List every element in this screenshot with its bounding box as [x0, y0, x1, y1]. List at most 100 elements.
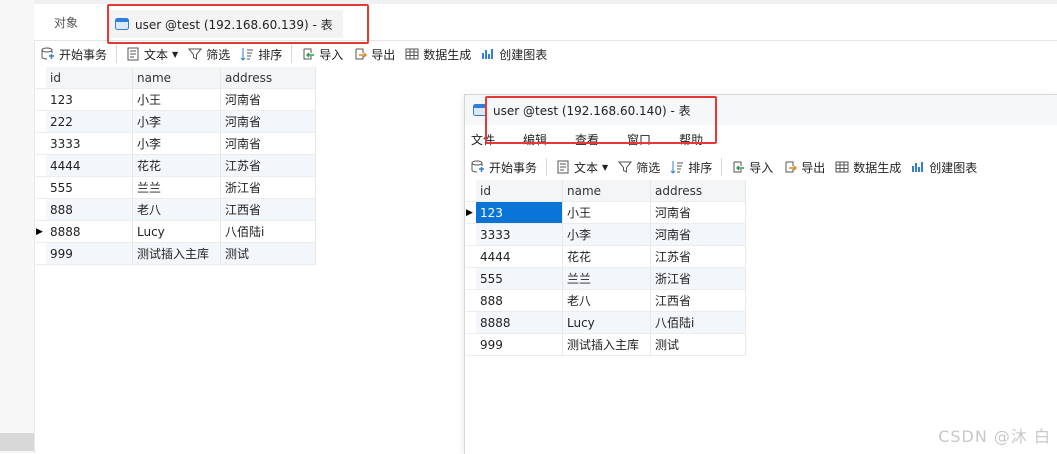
menu-help[interactable]: 帮助	[673, 131, 709, 148]
cell-id[interactable]: 222	[46, 110, 133, 133]
menu-view[interactable]: 查看	[569, 131, 605, 148]
left-scrollbar[interactable]	[0, 433, 34, 451]
table-row[interactable]: 999 测试插入主库 测试	[466, 333, 746, 356]
chart-icon	[912, 162, 924, 172]
cell-name[interactable]: 兰兰	[132, 176, 221, 199]
table-row[interactable]: 222 小李 河南省	[36, 110, 316, 133]
table-row[interactable]: 4444 花花 江苏省	[466, 245, 746, 268]
cell-id[interactable]: 8888	[46, 220, 133, 243]
table-row[interactable]: 999 测试插入主库 测试	[36, 242, 316, 265]
filter-button[interactable]: 筛选	[613, 155, 665, 179]
cell-id[interactable]: 8888	[476, 311, 563, 334]
begin-transaction-button[interactable]: 开始事务	[36, 42, 112, 66]
cell-id[interactable]: 3333	[476, 223, 563, 246]
cell-address[interactable]: 测试	[650, 333, 746, 356]
export-icon	[355, 48, 368, 60]
export-label: 导出	[371, 47, 396, 62]
column-header-address[interactable]: address	[220, 67, 316, 89]
table-row[interactable]: 888 老八 江西省	[466, 289, 746, 312]
row-marker	[466, 245, 476, 268]
export-button[interactable]: 导出	[778, 155, 830, 179]
cell-address[interactable]: 八佰陆i	[220, 220, 316, 243]
import-button[interactable]: 导入	[296, 42, 348, 66]
cell-name[interactable]: 小李	[132, 132, 221, 155]
cell-name[interactable]: 花花	[562, 245, 651, 268]
table-row[interactable]: ▶ 8888 Lucy 八佰陆i	[36, 220, 316, 243]
cell-address[interactable]: 江西省	[220, 198, 316, 221]
menu-file[interactable]: 文件	[465, 131, 501, 148]
table-row[interactable]: ▶ 123 小王 河南省	[466, 201, 746, 224]
sort-icon	[670, 161, 684, 174]
filter-icon	[618, 161, 633, 173]
table-row[interactable]: 555 兰兰 浙江省	[36, 176, 316, 199]
toolbar-separator	[721, 158, 723, 176]
begin-transaction-button[interactable]: 开始事务	[466, 155, 542, 179]
cell-name[interactable]: 测试插入主库	[132, 242, 221, 265]
cell-name[interactable]: Lucy	[132, 220, 221, 243]
column-header-address[interactable]: address	[650, 180, 746, 202]
tab-user-table-139[interactable]: user @test (192.168.60.139) - 表	[109, 10, 343, 38]
cell-address[interactable]: 河南省	[220, 110, 316, 133]
cell-address[interactable]: 河南省	[650, 201, 746, 224]
create-chart-button[interactable]: 创建图表	[906, 155, 982, 179]
cell-address[interactable]: 江苏省	[220, 154, 316, 177]
column-header-id[interactable]: id	[476, 180, 563, 202]
cell-address[interactable]: 浙江省	[650, 267, 746, 290]
window-titlebar[interactable]: user @test (192.168.60.140) - 表	[465, 95, 1057, 125]
table-row[interactable]: 3333 小李 河南省	[36, 132, 316, 155]
cell-name[interactable]: 测试插入主库	[562, 333, 651, 356]
sort-button[interactable]: 排序	[665, 155, 717, 179]
sort-button[interactable]: 排序	[235, 42, 287, 66]
cell-address[interactable]: 河南省	[220, 88, 316, 111]
cell-id[interactable]: 888	[46, 198, 133, 221]
export-button[interactable]: 导出	[348, 42, 400, 66]
create-chart-button[interactable]: 创建图表	[476, 42, 552, 66]
menu-edit[interactable]: 编辑	[517, 131, 553, 148]
menu-window[interactable]: 窗口	[621, 131, 657, 148]
cell-name[interactable]: 小王	[132, 88, 221, 111]
cell-id-selected[interactable]: 123	[476, 201, 563, 224]
cell-name[interactable]: Lucy	[562, 311, 651, 334]
text-view-dropdown[interactable]: 文本 ▼	[121, 42, 183, 66]
cell-id[interactable]: 999	[46, 242, 133, 265]
create-chart-label: 创建图表	[499, 47, 548, 62]
text-view-dropdown[interactable]: 文本 ▼	[551, 155, 613, 179]
table-row[interactable]: 555 兰兰 浙江省	[466, 267, 746, 290]
cell-address[interactable]: 测试	[220, 242, 316, 265]
cell-name[interactable]: 兰兰	[562, 267, 651, 290]
cell-name[interactable]: 小李	[562, 223, 651, 246]
cell-name[interactable]: 小王	[562, 201, 651, 224]
cell-name[interactable]: 花花	[132, 154, 221, 177]
table-row[interactable]: 888 老八 江西省	[36, 198, 316, 221]
table-row[interactable]: 8888 Lucy 八佰陆i	[466, 311, 746, 334]
cell-address[interactable]: 河南省	[650, 223, 746, 246]
tab-objects[interactable]: 对象	[54, 14, 78, 31]
table-row[interactable]: 3333 小李 河南省	[466, 223, 746, 246]
export-label: 导出	[801, 160, 826, 175]
cell-id[interactable]: 123	[46, 88, 133, 111]
cell-address[interactable]: 江西省	[650, 289, 746, 312]
cell-id[interactable]: 555	[46, 176, 133, 199]
data-generation-button[interactable]: 数据生成	[830, 155, 906, 179]
table-row[interactable]: 4444 花花 江苏省	[36, 154, 316, 177]
filter-button[interactable]: 筛选	[183, 42, 235, 66]
column-header-id[interactable]: id	[46, 67, 133, 89]
cell-id[interactable]: 4444	[476, 245, 563, 268]
cell-address[interactable]: 浙江省	[220, 176, 316, 199]
cell-name[interactable]: 小李	[132, 110, 221, 133]
cell-name[interactable]: 老八	[132, 198, 221, 221]
cell-address[interactable]: 河南省	[220, 132, 316, 155]
import-button[interactable]: 导入	[726, 155, 778, 179]
cell-id[interactable]: 888	[476, 289, 563, 312]
cell-id[interactable]: 4444	[46, 154, 133, 177]
cell-address[interactable]: 八佰陆i	[650, 311, 746, 334]
cell-id[interactable]: 999	[476, 333, 563, 356]
data-generation-button[interactable]: 数据生成	[400, 42, 476, 66]
table-row[interactable]: 123 小王 河南省	[36, 88, 316, 111]
column-header-name[interactable]: name	[562, 180, 651, 202]
cell-name[interactable]: 老八	[562, 289, 651, 312]
cell-id[interactable]: 3333	[46, 132, 133, 155]
cell-id[interactable]: 555	[476, 267, 563, 290]
column-header-name[interactable]: name	[132, 67, 221, 89]
cell-address[interactable]: 江苏省	[650, 245, 746, 268]
